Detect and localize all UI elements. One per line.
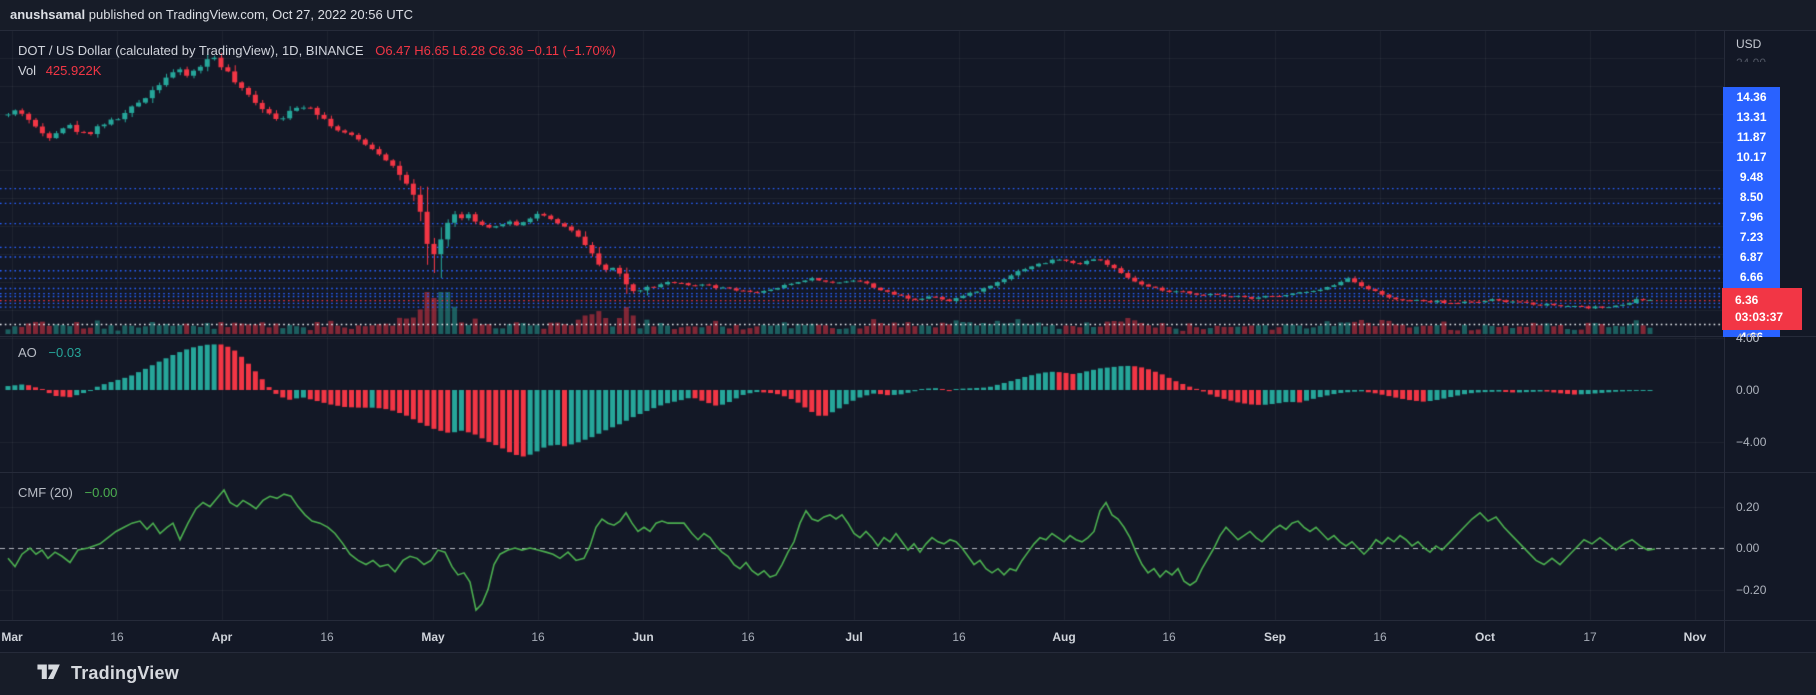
price-chart-canvas[interactable] [0, 0, 1816, 695]
time-axis-label: Sep [1264, 630, 1286, 644]
price-level-label: 8.50 [1723, 190, 1780, 204]
axis-tick-label: −0.20 [1736, 583, 1766, 597]
time-axis[interactable]: Mar 16 Apr 16 May 16 Jun 16 Jul 16 Aug 16 Sep 16 Oct 17… [0, 620, 1724, 652]
axis-tick-label: 0.00 [1736, 383, 1759, 397]
pane-divider-main-ao[interactable] [0, 336, 1816, 337]
axis-tick-label: 0.00 [1736, 541, 1759, 555]
header-divider [0, 30, 1816, 31]
time-axis-label: 16 [1162, 630, 1175, 644]
symbol-legend[interactable]: DOT / US Dollar (calculated by TradingVi… [18, 43, 616, 58]
time-axis-label: 16 [1373, 630, 1386, 644]
axis-tick-label: 4.00 [1736, 331, 1759, 345]
price-level-label: 10.17 [1723, 150, 1780, 164]
current-price-value: 6.36 [1735, 292, 1802, 309]
price-level-label: 11.87 [1723, 130, 1780, 144]
time-axis-label: Apr [212, 630, 233, 644]
time-axis-label: Jun [632, 630, 653, 644]
volume-value: 425.922K [46, 63, 102, 78]
tradingview-snapshot: anushsamal published on TradingView.com,… [0, 0, 1816, 695]
volume-label: Vol [18, 63, 36, 78]
time-axis-label: 16 [320, 630, 333, 644]
price-level-label: 7.96 [1723, 210, 1780, 224]
current-price-label[interactable]: 6.36 03:03:37 [1722, 288, 1802, 330]
time-axis-label: Nov [1684, 630, 1707, 644]
ao-value: −0.03 [48, 345, 81, 360]
ao-label: AO [18, 345, 37, 360]
axis-tick-label: 0.20 [1736, 500, 1759, 514]
tradingview-brand[interactable]: TradingView [36, 660, 179, 687]
time-axis-label: 16 [741, 630, 754, 644]
price-axis-currency: USD [1736, 37, 1761, 51]
tradingview-brand-text: TradingView [71, 663, 179, 684]
cmf-legend[interactable]: CMF (20) −0.00 [18, 485, 117, 500]
tradingview-logo-icon [36, 660, 62, 687]
pane-divider-ao-cmf[interactable] [0, 472, 1816, 473]
cmf-label: CMF (20) [18, 485, 73, 500]
time-axis-label: 16 [110, 630, 123, 644]
bar-countdown: 03:03:37 [1735, 309, 1802, 326]
footer-divider [0, 652, 1816, 653]
ao-legend[interactable]: AO −0.03 [18, 345, 81, 360]
time-axis-label: Aug [1052, 630, 1075, 644]
time-axis-label: Jul [845, 630, 862, 644]
price-level-label: 13.31 [1723, 110, 1780, 124]
time-axis-label: Mar [1, 630, 22, 644]
time-axis-label: 16 [952, 630, 965, 644]
time-axis-label: May [421, 630, 444, 644]
price-level-label: 9.48 [1723, 170, 1780, 184]
time-axis-label: 17 [1583, 630, 1596, 644]
price-level-label: 14.36 [1723, 90, 1780, 104]
price-level-label: 7.23 [1723, 230, 1780, 244]
publish-attribution: anushsamal published on TradingView.com,… [10, 7, 413, 22]
price-axis-faint-label: 24.00 [1736, 54, 1766, 62]
publisher-username: anushsamal [10, 7, 85, 22]
price-level-label: 6.87 [1723, 250, 1780, 264]
time-axis-label: 16 [531, 630, 544, 644]
axis-tick-label: −4.00 [1736, 435, 1766, 449]
ohlc-readout: O6.47 H6.65 L6.28 C6.36 −0.11 (−1.70%) [375, 43, 615, 58]
cmf-value: −0.00 [85, 485, 118, 500]
publish-info: published on TradingView.com, Oct 27, 20… [85, 7, 413, 22]
symbol-title: DOT / US Dollar (calculated by TradingVi… [18, 43, 364, 58]
time-axis-label: Oct [1475, 630, 1495, 644]
price-level-label: 6.66 [1723, 270, 1780, 284]
volume-legend[interactable]: Vol 425.922K [18, 63, 101, 78]
